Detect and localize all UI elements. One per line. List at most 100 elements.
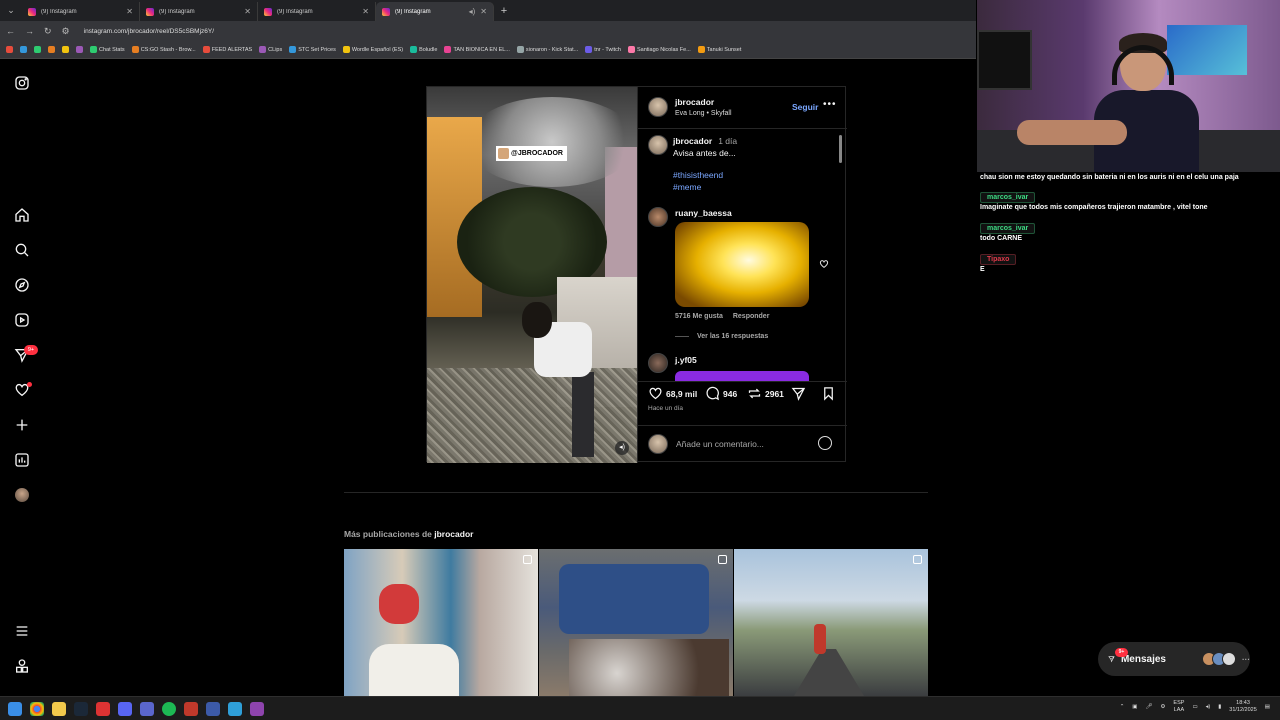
more-posts-user[interactable]: jbrocador [434,529,473,539]
follow-button[interactable]: Seguir [792,102,818,112]
reels-icon[interactable] [13,311,31,329]
view-replies-label[interactable]: Ver las 16 respuestas [697,333,768,340]
browser-tab[interactable]: (9) Instagram ✕ [22,2,140,21]
microphone-icon[interactable]: 🎤︎ [1146,704,1153,710]
clock[interactable]: 18:43 31/12/2025 [1229,700,1257,714]
steam-icon[interactable] [74,701,88,716]
bookmark-item[interactable]: Boludle [410,46,437,53]
comment-icon[interactable] [705,386,720,401]
new-tab-button[interactable]: + [494,2,514,21]
comments-scrollbar[interactable] [837,130,844,376]
emoji-icon[interactable] [818,436,832,450]
more-post-thumbnail[interactable] [734,549,928,696]
app-icon[interactable] [206,701,220,716]
file-explorer-icon[interactable] [52,701,66,716]
reply-button[interactable]: Responder [733,313,770,320]
network-icon[interactable]: ▭ [1192,704,1197,710]
language-indicator[interactable]: ESP LAA [1173,700,1184,714]
like-button[interactable]: 68,9 mil [648,386,697,401]
tab-search-icon[interactable]: ⌄ [0,0,22,21]
start-icon[interactable] [8,701,22,716]
hashtag-link[interactable]: #meme [673,182,701,192]
url-input[interactable]: instagram.com/jbrocador/reel/DS5cSBMjz6Y… [84,28,214,35]
more-post-thumbnail[interactable] [344,549,538,696]
obs-icon[interactable] [96,701,110,716]
likes-count[interactable]: 68,9 mil [666,389,697,399]
commenter-username[interactable]: j.yf05 [675,355,697,365]
bookmark-item[interactable]: CS:GO Stash - Brow... [131,46,196,53]
bookmark-item[interactable]: TAN BIONICA EN EL... [444,46,510,53]
more-options-icon[interactable]: ••• [823,99,837,110]
menu-icon[interactable] [13,622,31,640]
bookmark-item[interactable]: Santiago Nicolas Fe... [627,46,691,53]
more-post-thumbnail[interactable] [539,549,733,696]
chat-username[interactable]: marcos_ivar [980,192,1036,203]
bookmark-icon[interactable] [6,46,13,53]
app-icon[interactable] [250,701,264,716]
author-username[interactable]: jbrocador [675,97,714,107]
bookmark-item[interactable]: CLips [259,46,282,53]
tab-close-icon[interactable]: ✕ [126,7,133,16]
hashtag-link[interactable]: #thisistheend [673,170,723,180]
share-button[interactable] [791,386,806,401]
battery-icon[interactable]: ▮ [1218,704,1221,710]
posted-time[interactable]: Hace un día [648,405,683,412]
app-icon[interactable] [184,701,198,716]
caption-user[interactable]: jbrocador [673,136,712,146]
reload-icon[interactable]: ↻ [44,26,52,37]
share-icon[interactable] [791,386,806,401]
bookmark-item[interactable]: sionaron - Kick Stat... [516,46,578,53]
notifications-tray-icon[interactable]: ▤ [1265,704,1270,710]
commenter-avatar[interactable] [648,207,668,227]
app-icon[interactable] [140,701,154,716]
save-button[interactable] [821,386,836,401]
search-icon[interactable] [13,241,31,259]
app-icon[interactable] [228,701,242,716]
dashboard-icon[interactable] [13,451,31,469]
commenter-avatar[interactable] [648,353,668,373]
comment-button[interactable]: 946 [705,386,737,401]
comment-likes[interactable]: 5716 Me gusta [675,313,723,320]
chat-username[interactable]: marcos_ivar [980,223,1036,234]
instagram-logo-icon[interactable] [13,74,31,92]
commenter-username[interactable]: ruany_baessa [675,208,732,218]
view-replies-button[interactable]: Ver las 16 respuestas [675,333,768,340]
bookmark-item[interactable]: Wordle Español (ES) [342,46,403,53]
explore-icon[interactable] [13,276,31,294]
tab-close-icon[interactable]: ✕ [362,7,369,16]
bookmark-item[interactable]: tnr - Twitch [585,46,621,53]
also-from-meta-icon[interactable] [13,657,31,675]
bookmark-icon[interactable] [48,46,55,53]
bookmark-icon[interactable] [821,386,836,401]
spotify-icon[interactable] [162,701,176,716]
discord-icon[interactable] [118,701,132,716]
audio-track[interactable]: Eva Long • Skyfall [675,110,732,117]
repost-button[interactable]: 2961 [747,386,784,401]
app-tray-icon[interactable]: ▣ [1132,704,1137,710]
browser-tab[interactable]: (9) Instagram ✕ [140,2,258,21]
bookmark-icon[interactable] [76,46,83,53]
bookmark-item[interactable]: Tanuki Sunset [697,46,741,53]
heart-icon[interactable] [648,386,663,401]
caption-username[interactable]: jbrocador 1 día [673,136,737,146]
bookmark-icon[interactable] [62,46,69,53]
tab-close-icon[interactable]: ✕ [480,7,487,16]
forward-icon[interactable]: → [25,26,34,36]
repost-icon[interactable] [747,386,762,401]
author-avatar[interactable] [648,97,668,117]
bookmark-icon[interactable] [34,46,41,53]
comment-input[interactable]: Añade un comentario... [676,439,764,449]
back-icon[interactable]: ← [6,26,15,36]
settings-icon[interactable]: ⚙ [1160,704,1165,710]
chevron-up-icon[interactable]: ⌃ [1120,704,1125,710]
browser-tab[interactable]: (9) Instagram ✕ [258,2,376,21]
bookmark-item[interactable]: Chat Stats [90,46,125,53]
mute-button[interactable]: ◂) [615,441,629,455]
reel-video[interactable]: @JBROCADOR ◂) [427,87,637,463]
bookmark-item[interactable]: FEED ALERTAS [202,46,252,53]
browser-tab-active[interactable]: (9) Instagram ◂) ✕ [376,2,494,21]
caption-avatar[interactable] [648,135,668,155]
profile-avatar[interactable] [15,488,29,502]
tab-close-icon[interactable]: ✕ [244,7,251,16]
bookmark-icon[interactable] [20,46,27,53]
